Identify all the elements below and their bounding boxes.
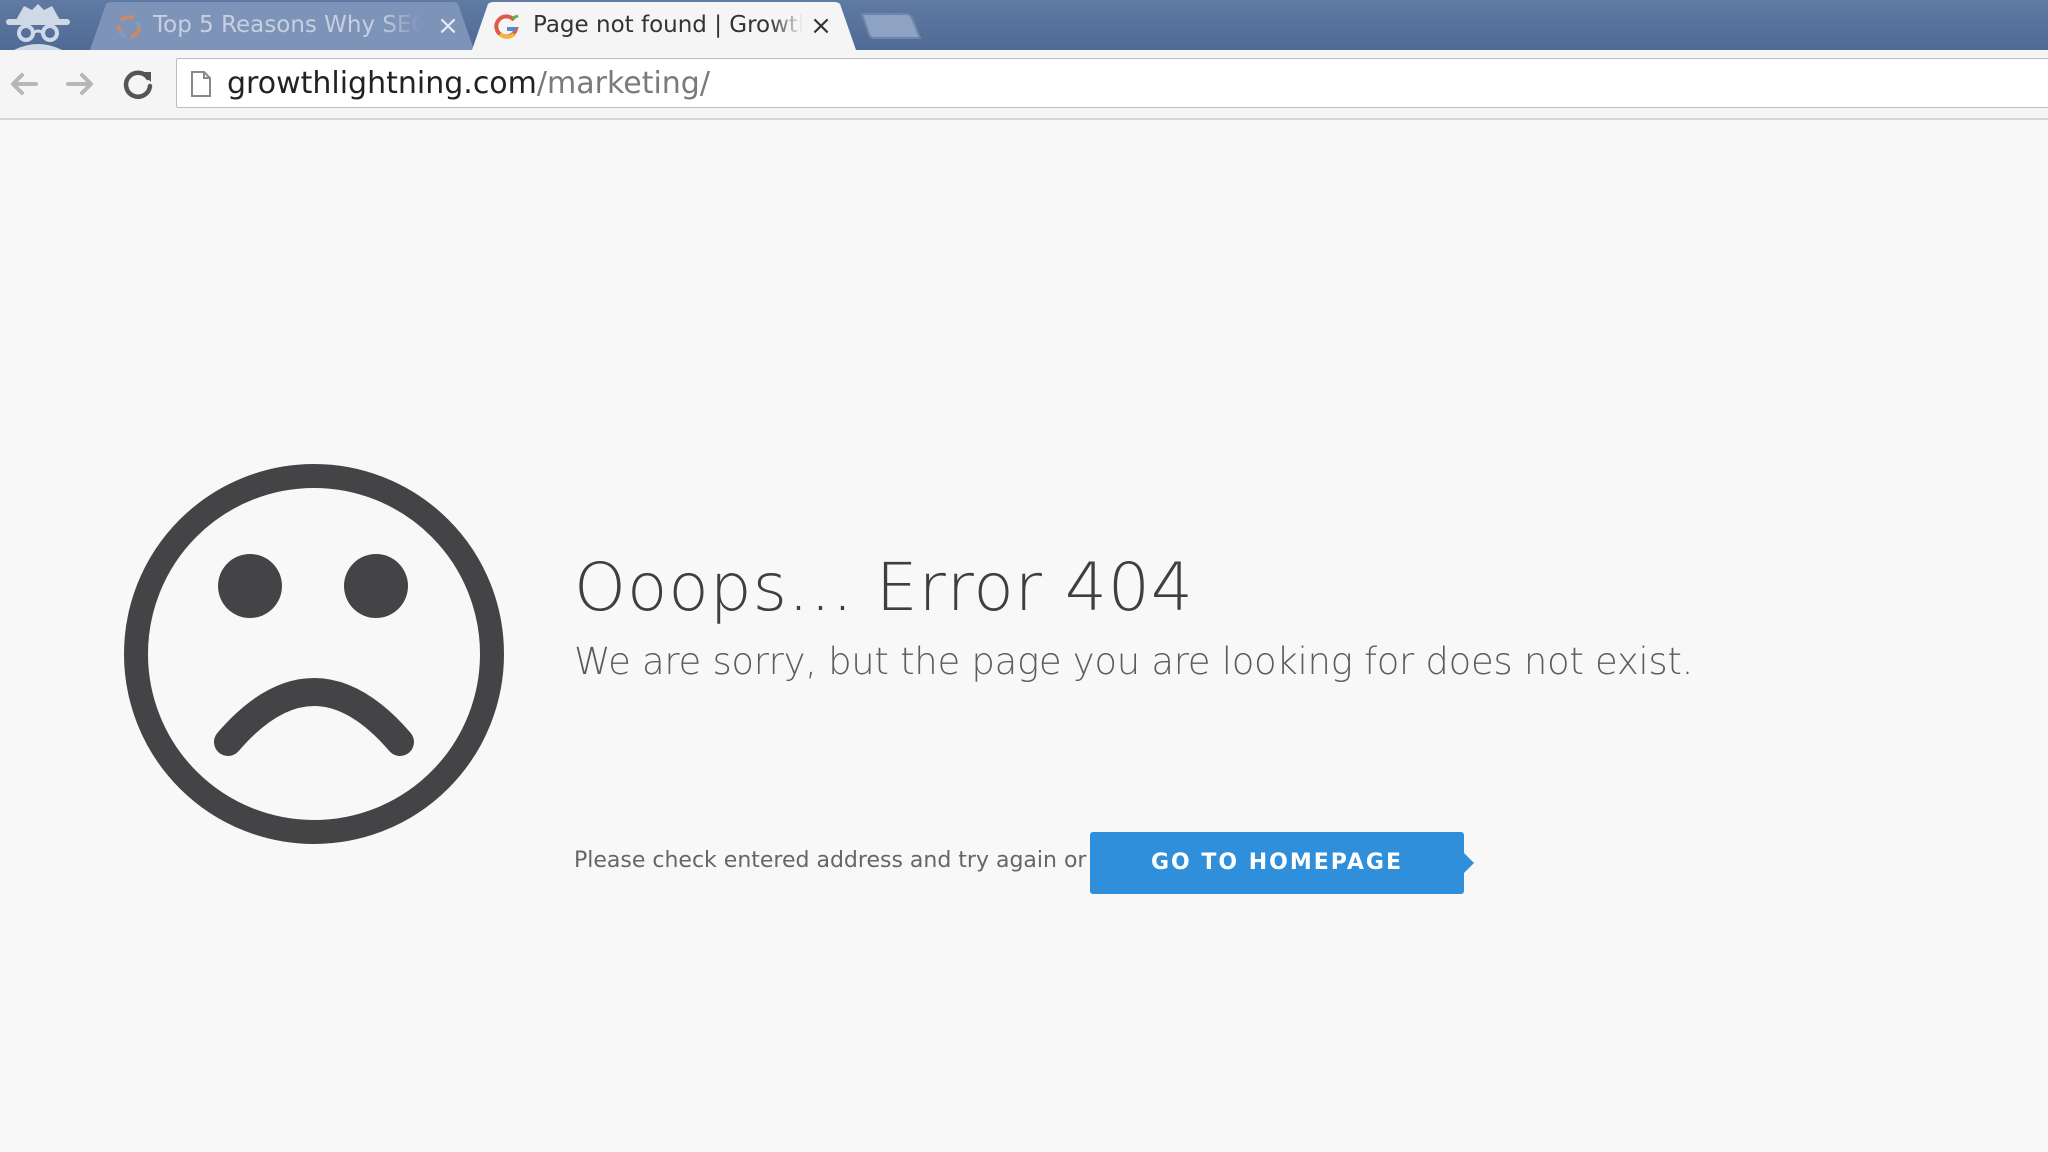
error-subtitle: We are sorry, but the page you are looki… [574, 640, 1694, 683]
url-text[interactable]: growthlightning.com/marketing/ [227, 67, 710, 101]
url-domain: growthlightning.com [227, 66, 537, 101]
site-favicon-icon [116, 14, 142, 40]
address-bar[interactable]: growthlightning.com/marketing/ [176, 58, 2048, 108]
tab-inactive[interactable]: Top 5 Reasons Why SEO I × [90, 2, 474, 50]
error-title: Ooops... Error 404 [574, 549, 1194, 626]
site-favicon-icon [494, 14, 520, 40]
button-label: GO TO HOMEPAGE [1150, 850, 1404, 875]
forward-arrow-icon[interactable] [60, 64, 100, 104]
tab-title: Top 5 Reasons Why SEO I [153, 12, 421, 38]
error-hint: Please check entered address and try aga… [574, 848, 1087, 873]
tab-close-icon[interactable]: × [808, 12, 834, 40]
button-arrow-tip [1464, 853, 1474, 873]
go-to-homepage-button[interactable]: GO TO HOMEPAGE [1090, 832, 1474, 894]
reload-icon[interactable] [118, 64, 158, 104]
incognito-icon [2, 0, 74, 50]
browser-toolbar: growthlightning.com/marketing/ [0, 50, 2048, 120]
sad-face-icon [122, 462, 506, 846]
tab-strip: Top 5 Reasons Why SEO I × Page not found… [0, 0, 2048, 50]
tab-title: Page not found | Growth L [533, 12, 803, 38]
back-arrow-icon[interactable] [4, 64, 44, 104]
new-tab-button[interactable] [860, 12, 922, 40]
url-path: /marketing/ [536, 66, 710, 101]
page-icon [189, 70, 213, 98]
tab-close-icon[interactable]: × [435, 12, 461, 40]
tab-active[interactable]: Page not found | Growth L × [472, 2, 856, 50]
